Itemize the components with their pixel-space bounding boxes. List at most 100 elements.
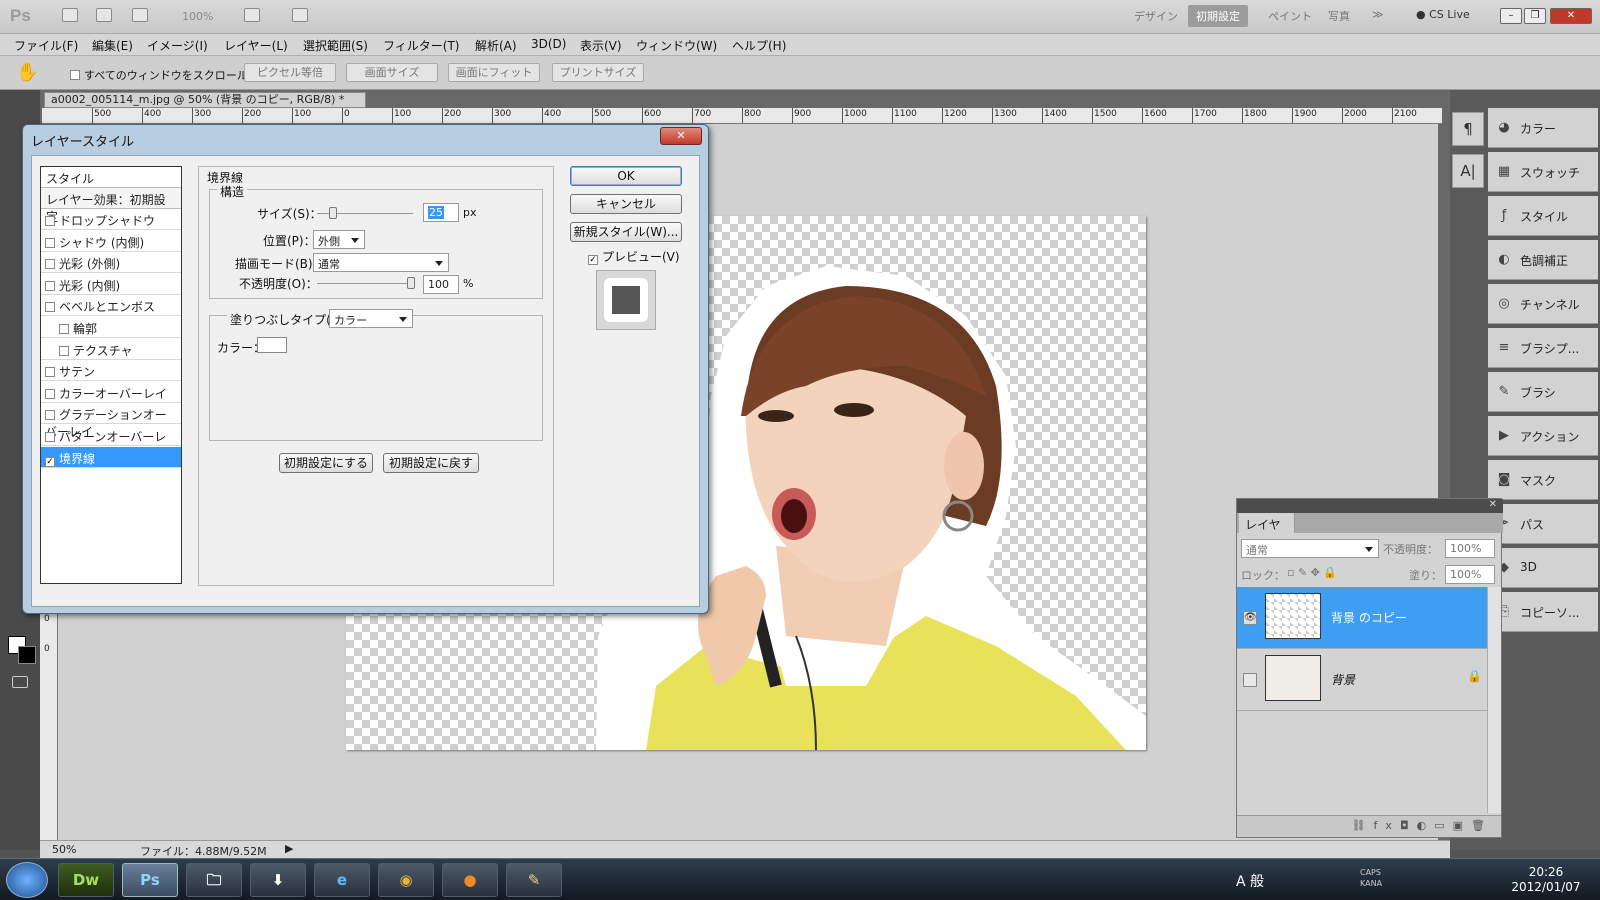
explorer-taskbar-button[interactable]: 🗀	[186, 863, 242, 897]
make-default-button[interactable]: 初期設定にする	[279, 453, 373, 473]
reset-default-button[interactable]: 初期設定に戻す	[383, 453, 479, 473]
style-item[interactable]: カラーオーバーレイ	[41, 382, 181, 403]
size-input[interactable]: 25	[423, 203, 459, 222]
style-item[interactable]: 光彩 (外側)	[41, 252, 181, 274]
blending-options-item[interactable]: レイヤー効果：初期設定	[41, 188, 181, 224]
opacity-input[interactable]: 100	[423, 275, 459, 294]
panel-button[interactable]: ◆ 3D	[1488, 548, 1598, 588]
panel-button[interactable]: ≡ ブラシプ...	[1488, 328, 1598, 368]
style-item[interactable]: シャドウ (内側)	[41, 231, 181, 252]
panel-button[interactable]: ✒ パス	[1488, 504, 1598, 544]
minimize-button[interactable]: –	[1500, 8, 1522, 24]
style-checkbox[interactable]	[45, 280, 55, 291]
layers-footer-icons[interactable]: ⛓fx◘◐▭▣🗑	[1237, 815, 1501, 837]
mini-bridge-icon[interactable]	[96, 8, 112, 22]
style-checkbox[interactable]	[59, 345, 69, 356]
scroll-all-windows-checkbox[interactable]: すべてのウィンドウをスクロール	[70, 67, 248, 83]
style-item[interactable]: グラデーションオーバーレイ	[41, 403, 181, 439]
style-checkbox[interactable]	[45, 367, 55, 378]
scroll-all-checkbox-box[interactable]	[70, 70, 80, 80]
chrome-taskbar-button[interactable]: ◉	[378, 863, 434, 897]
tab-layers[interactable]: レイヤー	[1239, 513, 1295, 549]
close-window-button[interactable]: ✕	[1550, 8, 1592, 24]
menu-window[interactable]: ウィンドウ(W)	[636, 37, 717, 54]
panel-close-icon[interactable]: ✕	[1489, 499, 1497, 510]
visibility-eye-icon[interactable]: 👁	[1243, 611, 1257, 625]
cs-live-button[interactable]: ● CS Live	[1416, 8, 1470, 21]
style-item[interactable]: ベベルとエンボス	[41, 295, 181, 317]
lock-icons[interactable]: ▫ ✎ ✥ 🔒	[1287, 566, 1337, 579]
cancel-button[interactable]: キャンセル	[570, 194, 682, 214]
fill-type-select[interactable]: カラー	[329, 309, 413, 328]
background-color-swatch[interactable]	[18, 646, 36, 664]
style-checkbox[interactable]	[45, 410, 55, 421]
style-checkbox[interactable]	[45, 388, 55, 399]
hand-tool-icon[interactable]: ✋	[16, 62, 38, 83]
more-workspaces-icon[interactable]: ≫	[1372, 8, 1384, 21]
system-clock[interactable]: 20:26 2012/01/07	[1508, 865, 1584, 895]
workspace-photography[interactable]: 写真	[1328, 8, 1350, 24]
workspace-painting[interactable]: ペイント	[1268, 8, 1312, 24]
style-checkbox[interactable]: ✓	[45, 456, 55, 467]
launch-bridge-icon[interactable]	[62, 8, 78, 22]
status-menu-arrow-icon[interactable]: ▶	[285, 842, 293, 855]
blend-mode-select[interactable]: 通常	[313, 253, 449, 272]
position-select[interactable]: 外側	[313, 230, 365, 249]
layer-row-background[interactable]: 背景 🔒	[1237, 649, 1487, 711]
style-checkbox[interactable]	[45, 302, 55, 313]
styles-header[interactable]: スタイル	[41, 167, 181, 188]
opacity-slider-knob[interactable]	[407, 277, 415, 289]
style-checkbox[interactable]	[45, 432, 55, 442]
menu-select[interactable]: 選択範囲(S)	[303, 37, 368, 54]
size-slider-knob[interactable]	[329, 207, 337, 219]
document-tab[interactable]: a0002_005114_m.jpg @ 50% (背景 のコピー, RGB/8…	[44, 92, 366, 121]
print-size-button[interactable]: プリントサイズ	[552, 63, 644, 82]
style-checkbox[interactable]	[59, 324, 69, 334]
opacity-slider[interactable]	[317, 283, 413, 284]
layer-name[interactable]: 背景 のコピー	[1331, 609, 1407, 626]
new-style-button[interactable]: 新規スタイル(W)...	[570, 222, 682, 242]
menu-analysis[interactable]: 解析(A)	[475, 37, 517, 54]
menu-help[interactable]: ヘルプ(H)	[732, 37, 786, 54]
menu-3d[interactable]: 3D(D)	[531, 37, 566, 51]
ok-button[interactable]: OK	[570, 166, 682, 186]
maximize-button[interactable]: ❐	[1524, 8, 1546, 24]
panel-button[interactable]: ◙ マスク	[1488, 460, 1598, 500]
panel-button[interactable]: ƒ スタイル	[1488, 196, 1598, 236]
layer-opacity-field[interactable]: 100%	[1445, 539, 1495, 558]
screen-mode-icon[interactable]	[292, 8, 308, 22]
panel-button[interactable]: ▶ アクション	[1488, 416, 1598, 456]
menu-edit[interactable]: 編集(E)	[92, 37, 133, 54]
panel-button[interactable]: ▦ スウォッチ	[1488, 152, 1598, 192]
style-item[interactable]: テクスチャ	[41, 339, 181, 360]
panel-button[interactable]: ⎘ コピーソ...	[1488, 592, 1598, 632]
fill-screen-button[interactable]: 画面にフィット	[448, 63, 540, 82]
dialog-close-button[interactable]: ✕	[660, 127, 702, 145]
menu-image[interactable]: イメージ(I)	[147, 37, 208, 54]
arrange-documents-icon[interactable]	[244, 8, 260, 22]
actual-pixels-button[interactable]: ピクセル等倍	[244, 63, 336, 82]
style-checkbox[interactable]	[45, 216, 55, 226]
quick-mask-icon[interactable]	[12, 676, 28, 688]
stroke-color-swatch[interactable]	[257, 337, 287, 353]
ime-indicator[interactable]: A 般	[1236, 871, 1264, 891]
style-checkbox[interactable]	[45, 237, 55, 248]
workspace-essentials[interactable]: 初期設定	[1188, 5, 1248, 27]
paragraph-panel-icon[interactable]: ¶	[1452, 112, 1484, 146]
style-item[interactable]: パターンオーバーレイ	[41, 425, 181, 461]
zoom-level[interactable]: 100%	[182, 10, 213, 23]
status-zoom[interactable]: 50%	[52, 843, 76, 856]
menu-layer[interactable]: レイヤー(L)	[224, 37, 288, 54]
style-item[interactable]: ✓ 境界線	[41, 446, 181, 468]
internet-explorer-taskbar-button[interactable]: e	[314, 863, 370, 897]
layer-blend-mode-select[interactable]: 通常	[1241, 539, 1379, 558]
fit-screen-button[interactable]: 画面サイズ	[346, 63, 438, 82]
style-item[interactable]: 光彩 (内側)	[41, 274, 181, 295]
status-file-info[interactable]: ファイル：4.88M/9.52M	[140, 843, 267, 859]
layers-panel-header[interactable]: ✕	[1237, 499, 1503, 513]
panel-button[interactable]: ✎ ブラシ	[1488, 372, 1598, 412]
style-item[interactable]: サテン	[41, 360, 181, 382]
layer-name[interactable]: 背景	[1331, 671, 1355, 688]
panel-button[interactable]: ◐ 色調補正	[1488, 240, 1598, 280]
style-item[interactable]: ドロップシャドウ	[41, 209, 181, 230]
